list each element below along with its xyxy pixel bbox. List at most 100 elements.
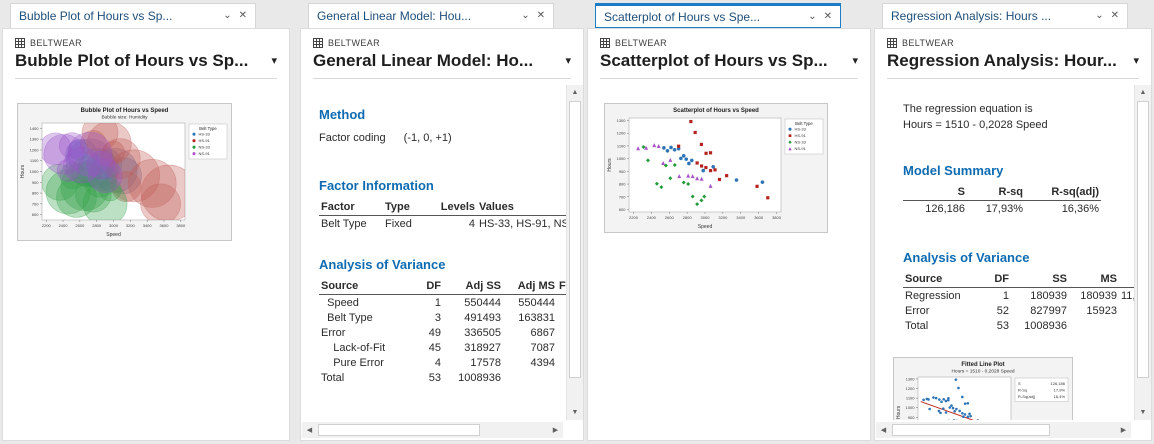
table-cell <box>1119 318 1134 333</box>
scroll-up-button[interactable]: ▲ <box>1135 85 1151 100</box>
table-cell: Total <box>321 371 345 384</box>
table-cell: 4 <box>434 356 441 369</box>
table-header-row: SourceDFAdj SSAdj MSF- <box>319 279 566 295</box>
equation-text: Hours = 1510 - 0,2028 Speed <box>903 119 1048 131</box>
horizontal-scrollbar-thumb[interactable] <box>318 424 480 436</box>
chevron-down-icon[interactable]: ⌄ <box>808 11 816 22</box>
method-value: (-1, 0, +1) <box>403 132 452 144</box>
worksheet-icon <box>15 38 25 48</box>
worksheet-name: BELTWEAR <box>328 38 381 48</box>
table-cell: 17578 <box>470 356 501 369</box>
column-header <box>1119 272 1134 288</box>
horizontal-scrollbar-thumb[interactable] <box>892 424 1051 436</box>
table-cell <box>1119 303 1134 318</box>
table-cell: 550444 <box>518 296 555 309</box>
svg-text:16,4%: 16,4% <box>1054 394 1066 399</box>
svg-text:3200: 3200 <box>718 215 728 220</box>
scroll-down-button[interactable]: ▼ <box>1135 405 1151 420</box>
table-cell <box>557 355 566 370</box>
horizontal-scrollbar[interactable]: ◀ ▶ <box>876 422 1131 438</box>
close-icon[interactable]: ✕ <box>239 11 247 21</box>
tab-general-linear-model[interactable]: General Linear Model: Hou... ⌄ ✕ <box>308 3 554 28</box>
worksheet-icon <box>313 38 323 48</box>
svg-text:NS-91: NS-91 <box>795 146 807 151</box>
svg-text:R-Sq(adj): R-Sq(adj) <box>1018 394 1036 399</box>
pane-title: Scatterplot of Hours vs Sp... <box>600 51 828 70</box>
horizontal-scrollbar[interactable]: ◀ ▶ <box>302 422 563 438</box>
column-header: SS <box>1011 272 1069 288</box>
bubble-plot-figure[interactable]: Bubble Plot of Hours vs Speed Bubble size… <box>17 103 232 241</box>
pane-header: BELTWEAR General Linear Model: Ho... ▾ <box>301 29 583 79</box>
column-header: MS <box>1069 272 1119 288</box>
svg-text:3600: 3600 <box>754 215 764 220</box>
chevron-down-icon[interactable]: ⌄ <box>521 11 529 21</box>
table-cell: 45 <box>428 341 441 354</box>
tab-label: Regression Analysis: Hours ... <box>891 9 1052 23</box>
table-cell: 491493 <box>464 311 501 324</box>
scroll-right-button[interactable]: ▶ <box>548 422 563 438</box>
pane-regression-analysis[interactable]: BELTWEAR Regression Analysis: Hour... ▾ … <box>874 28 1152 441</box>
tab-label: Scatterplot of Hours vs Spe... <box>604 9 761 24</box>
section-heading-anova: Analysis of Variance <box>319 257 446 272</box>
vertical-scrollbar-thumb[interactable] <box>1137 101 1149 378</box>
title-dropdown-icon[interactable]: ▾ <box>1133 54 1139 67</box>
scroll-up-button[interactable]: ▲ <box>567 85 583 100</box>
pane-body: Scatterplot of Hours vs Speed 2200 2400 260… <box>588 85 870 440</box>
svg-text:3800: 3800 <box>772 215 782 220</box>
title-dropdown-icon[interactable]: ▾ <box>271 54 277 67</box>
table-cell <box>557 370 566 385</box>
close-icon[interactable]: ✕ <box>537 11 545 21</box>
svg-text:600: 600 <box>32 212 39 217</box>
close-icon[interactable]: ✕ <box>1111 11 1119 21</box>
vertical-scrollbar[interactable]: ▲ ▼ <box>1134 85 1151 420</box>
vertical-scrollbar-thumb[interactable] <box>569 101 581 378</box>
vertical-scrollbar[interactable]: ▲ ▼ <box>566 85 583 420</box>
table-cell: 16,36% <box>1061 202 1099 215</box>
svg-text:Belt Type: Belt Type <box>795 121 813 126</box>
svg-text:2600: 2600 <box>665 215 675 220</box>
table-row: Regression 1 180939 180939 11,3 <box>903 288 1134 304</box>
chevron-down-icon[interactable]: ⌄ <box>223 11 231 21</box>
table-row: Error 52 827997 15923 <box>903 303 1134 318</box>
table-cell: 7087 <box>530 341 555 354</box>
pane-bubble-plot[interactable]: BELTWEAR Bubble Plot of Hours vs Sp... ▾… <box>2 28 290 441</box>
pane-title: General Linear Model: Ho... <box>313 51 534 70</box>
svg-text:1300: 1300 <box>906 376 916 381</box>
scroll-right-button[interactable]: ▶ <box>1116 422 1131 438</box>
table-cell <box>503 370 557 385</box>
svg-text:Speed: Speed <box>698 224 713 230</box>
column-header: Factor <box>319 200 383 216</box>
scroll-left-button[interactable]: ◀ <box>302 422 317 438</box>
tab-scatterplot[interactable]: Scatterplot of Hours vs Spe... ⌄ ✕ <box>595 3 841 28</box>
divider <box>600 78 858 79</box>
table-row: Belt Type 3 491493 163831 <box>319 310 566 325</box>
scatterplot-figure[interactable]: Scatterplot of Hours vs Speed 2200 2400 260… <box>604 103 828 233</box>
table-row: 126,186 17,93% 16,36% <box>903 201 1101 217</box>
pane-header: BELTWEAR Scatterplot of Hours vs Sp... ▾ <box>588 29 870 79</box>
close-icon[interactable]: ✕ <box>824 11 832 22</box>
pane-general-linear-model[interactable]: BELTWEAR General Linear Model: Ho... ▾ M… <box>300 28 584 441</box>
svg-text:2200: 2200 <box>42 223 52 228</box>
fitted-line-plot-figure[interactable]: Fitted Line Plot Hours = 1510 - 0,2028 Sp… <box>893 357 1073 420</box>
title-dropdown-icon[interactable]: ▾ <box>565 54 571 67</box>
svg-text:R-Sq: R-Sq <box>1018 388 1027 393</box>
table-cell: 49 <box>428 326 441 339</box>
title-dropdown-icon[interactable]: ▾ <box>852 54 858 67</box>
scroll-down-button[interactable]: ▼ <box>567 405 583 420</box>
model-summary-table: S R-sq R-sq(adj) 126,186 17,93% 16,36% <box>903 185 1134 216</box>
svg-text:3600: 3600 <box>160 223 170 228</box>
table-cell: 1008936 <box>458 371 501 384</box>
table-cell: Speed <box>321 296 359 309</box>
table-cell: 318927 <box>464 341 501 354</box>
column-header: S <box>903 185 967 201</box>
anova-table: SourceDFSSMSRegression118093918093911,3E… <box>903 272 1134 333</box>
chevron-down-icon[interactable]: ⌄ <box>1095 11 1103 21</box>
svg-text:126,186: 126,186 <box>1051 381 1066 386</box>
column-header: R-sq(adj) <box>1025 185 1101 201</box>
pane-scatterplot[interactable]: BELTWEAR Scatterplot of Hours vs Sp... ▾… <box>587 28 871 441</box>
svg-text:2400: 2400 <box>59 223 69 228</box>
tab-bubble-plot[interactable]: Bubble Plot of Hours vs Sp... ⌄ ✕ <box>10 3 256 28</box>
scroll-left-button[interactable]: ◀ <box>876 422 891 438</box>
method-row: Factor coding (-1, 0, +1) <box>319 132 566 144</box>
tab-regression-analysis[interactable]: Regression Analysis: Hours ... ⌄ ✕ <box>882 3 1128 28</box>
